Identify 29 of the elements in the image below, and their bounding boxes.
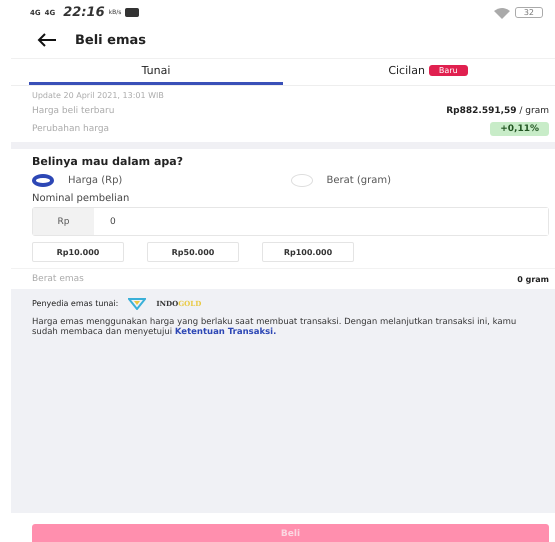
amount-field[interactable]: Rp 0 [32, 207, 549, 236]
amount-label: Nominal pembelian [32, 193, 130, 204]
radio-label[interactable]: Harga (Rp) [68, 175, 122, 186]
weight-label: Berat emas [32, 274, 84, 284]
amount-preset-button[interactable]: Rp10.000 [32, 242, 124, 262]
new-badge: Baru [428, 65, 468, 76]
weight-value: 0 gram [517, 274, 549, 284]
diamond-logo-icon [128, 297, 146, 310]
page-title: Beli emas [75, 32, 146, 48]
battery-level: 32 [514, 7, 543, 18]
radio-label[interactable]: Berat (gram) [326, 175, 391, 186]
wifi-icon [492, 6, 511, 18]
clock-time: 22:16 [63, 5, 105, 20]
change-label: Perubahan harga [32, 124, 110, 134]
amount-preset-button[interactable]: Rp100.000 [262, 242, 354, 262]
tab[interactable]: Tunai [29, 59, 283, 85]
price-value: Rp882.591,59 / gram [446, 106, 549, 116]
tab[interactable]: Cicilan Baru [301, 59, 555, 85]
video-app-icon [125, 8, 140, 17]
radio-button[interactable] [32, 174, 54, 187]
amount-preset-button[interactable]: Rp50.000 [147, 242, 239, 262]
question-heading: Belinya mau dalam apa? [32, 155, 184, 168]
price-change-badge: +0,11% [490, 122, 549, 136]
update-time: Update 20 April 2021, 13:01 WIB [32, 91, 165, 100]
back-arrow-icon[interactable] [37, 33, 57, 47]
provider-label: Penyedia emas tunai: [32, 299, 118, 308]
terms-link[interactable]: Ketentuan Transaksi. [174, 326, 276, 337]
price-label: Harga beli terbaru [32, 106, 114, 116]
disclaimer-text: Harga emas menggunakan harga yang berlaku saat membuat transaksi. Dengan melanjutkan transaksi ini, kamu sudah membaca dan menyetujui Ketentuan Transaksi. [32, 318, 518, 338]
